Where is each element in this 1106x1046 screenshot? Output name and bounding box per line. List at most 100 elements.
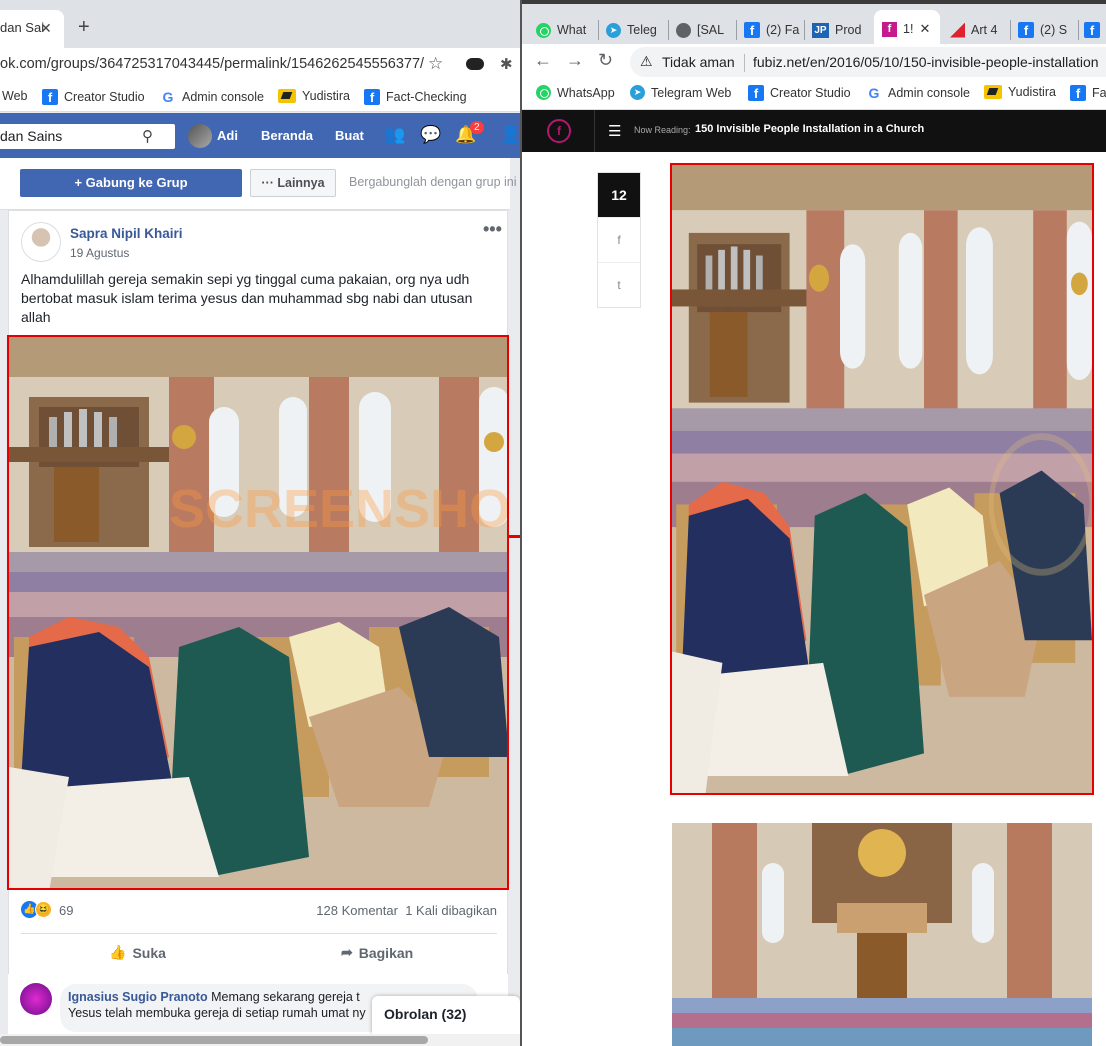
right-address-bar: ← → ↻ ⚠ Tidak aman fubiz.net/en/2016/05/… <box>522 44 1106 78</box>
yudistira-icon <box>278 89 296 103</box>
right-browser-window: What ➤ Teleg [SAL f (2) Fa JP Prod f 1! ✕ Art… <box>520 0 1106 1046</box>
post-stats: 👍 😆 69 128 Komentar 1 Kali dibagikan <box>21 901 497 925</box>
post-options-icon[interactable]: ••• <box>483 219 502 240</box>
tab-whatsapp[interactable]: What <box>536 16 596 44</box>
comment-share-counts[interactable]: 128 Komentar 1 Kali dibagikan <box>316 903 497 918</box>
telegram-icon: ➤ <box>606 22 621 38</box>
google-icon: G <box>868 85 880 101</box>
hamburger-menu-icon[interactable]: ☰ <box>608 122 621 140</box>
thumbs-up-icon: 👍 <box>109 944 127 960</box>
right-url-text[interactable]: fubiz.net/en/2016/05/10/150-invisible-pe… <box>753 54 1099 70</box>
reaction-count[interactable]: 69 <box>59 903 73 918</box>
screenshot-watermark: SCREENSHOT <box>169 479 509 539</box>
bookmark-yudistira[interactable]: Yudistira <box>984 85 1056 99</box>
left-browser-window: dan Sai ✕ + ok.com/groups/36472531704344… <box>0 0 520 1046</box>
tab-facebook-3[interactable]: f <box>1084 16 1106 44</box>
post-image[interactable]: SCREENSHOT <box>7 335 509 890</box>
back-icon[interactable]: ← <box>534 50 552 71</box>
bookmark-star-icon[interactable]: ☆ <box>428 54 443 74</box>
tab-fubiz-active[interactable]: f 1! ✕ <box>874 10 940 48</box>
church-interior-photo <box>672 823 1092 1046</box>
more-button[interactable]: ··· Lainnya <box>250 169 336 197</box>
bookmark-telegram[interactable]: ➤ Telegram Web <box>630 85 731 100</box>
left-tab-bar: dan Sai ✕ + <box>0 0 520 48</box>
article-image-main[interactable] <box>670 163 1094 795</box>
right-tab-bar: What ➤ Teleg [SAL f (2) Fa JP Prod f 1! ✕ Art… <box>522 0 1106 48</box>
bookmark-admin-console[interactable]: G Admin console <box>160 89 264 105</box>
art-icon <box>950 22 965 38</box>
bookmark-yudistira[interactable]: Yudistira <box>278 89 350 103</box>
tab-prod[interactable]: JP Prod <box>812 16 868 44</box>
bookmark-creator-studio[interactable]: f Creator Studio <box>748 85 851 101</box>
left-address-bar[interactable]: ok.com/groups/364725317043445/permalink/… <box>0 48 520 82</box>
messenger-icon[interactable]: 💬 <box>420 125 442 145</box>
group-join-bar: + Gabung ke Grup ··· Lainnya Bergabungla… <box>0 158 520 210</box>
divider <box>21 933 497 934</box>
like-button[interactable]: 👍 Suka <box>109 944 166 961</box>
left-active-tab[interactable]: dan Sai ✕ <box>0 10 64 48</box>
search-icon[interactable]: ⚲ <box>142 127 153 145</box>
article-image-second[interactable] <box>672 823 1092 1046</box>
post-text: Alhamdulillah gereja semakin sepi yg tin… <box>21 271 473 325</box>
nav-profile-name[interactable]: Adi <box>217 128 238 143</box>
share-arrow-icon: ➦ <box>341 944 353 960</box>
facebook-share-icon[interactable]: f <box>598 217 640 261</box>
bookmark-fact[interactable]: fFac <box>1070 85 1106 101</box>
author-avatar[interactable] <box>21 222 61 262</box>
friends-icon[interactable]: 👥 <box>384 125 406 145</box>
facebook-search-input[interactable]: dan Sains ⚲ <box>0 124 175 149</box>
chat-bar[interactable]: Obrolan (32) <box>372 996 520 1034</box>
url-omnibox[interactable]: ⚠ Tidak aman fubiz.net/en/2016/05/10/150… <box>630 47 1106 77</box>
extensions-puzzle-icon[interactable]: ✱ <box>500 55 513 73</box>
bookmark-whatsapp[interactable]: WhatsApp <box>536 85 615 100</box>
join-group-button[interactable]: + Gabung ke Grup <box>20 169 242 197</box>
left-tab-title: dan Sai <box>0 20 44 35</box>
tab-telegram[interactable]: ➤ Teleg <box>606 16 662 44</box>
comment-text-line1: Memang sekarang gereja t <box>211 990 360 1004</box>
tab-facebook-1[interactable]: f (2) Fa <box>744 16 800 44</box>
new-tab-icon[interactable]: + <box>78 16 90 39</box>
google-icon: G <box>162 89 174 105</box>
tab-art[interactable]: Art 4 <box>950 16 1006 44</box>
nav-home-link[interactable]: Beranda <box>261 128 313 143</box>
right-bookmarks-bar: WhatsApp ➤ Telegram Web f Creator Studio G… <box>522 78 1106 110</box>
commenter-avatar[interactable] <box>20 983 52 1015</box>
church-clothes-photo: SCREENSHOT <box>9 337 509 888</box>
bookmark-web[interactable]: Web <box>2 89 27 103</box>
insecure-label[interactable]: Tidak aman <box>662 54 735 70</box>
facebook-top-nav: dan Sains ⚲ Adi Beranda Buat 👥 💬 🔔 2 👤 <box>0 113 520 158</box>
extension-mask-icon[interactable] <box>466 58 484 70</box>
tab-salah[interactable]: [SAL <box>676 16 732 44</box>
bookmark-admin-console[interactable]: G Admin console <box>866 85 970 101</box>
close-icon[interactable]: ✕ <box>919 21 930 37</box>
comment-text-line2: Yesus telah membuka gereja di setiap rum… <box>68 1006 366 1020</box>
facebook-icon: f <box>744 22 760 38</box>
haha-reaction-icon[interactable]: 😆 <box>35 901 52 918</box>
bookmark-fact-checking[interactable]: f Fact-Checking <box>364 89 467 105</box>
horizontal-scrollbar[interactable] <box>0 1034 520 1046</box>
now-reading-title[interactable]: 150 Invisible People Installation in a C… <box>695 123 924 135</box>
left-bookmarks-bar: Web f Creator Studio G Admin console Yudis… <box>0 82 520 112</box>
forward-icon[interactable]: → <box>566 50 584 71</box>
globe-icon <box>676 22 691 38</box>
commenter-name[interactable]: Ignasius Sugio Pranoto <box>68 990 208 1004</box>
post-author[interactable]: Sapra Nipil Khairi <box>70 226 183 241</box>
share-sidebar: 12 f t <box>597 172 641 308</box>
reload-icon[interactable]: ↻ <box>598 50 613 71</box>
twitter-share-icon[interactable]: t <box>598 262 640 306</box>
facebook-icon: f <box>748 85 764 101</box>
tab-facebook-2[interactable]: f (2) S <box>1018 16 1074 44</box>
bookmark-creator-studio[interactable]: f Creator Studio <box>42 89 145 105</box>
nav-create-link[interactable]: Buat <box>335 128 364 143</box>
people-icon[interactable]: 👤 <box>500 125 520 145</box>
whatsapp-icon <box>536 22 551 38</box>
share-button[interactable]: ➦ Bagikan <box>341 944 413 961</box>
avatar[interactable] <box>188 124 212 148</box>
scrollbar-thumb[interactable] <box>0 1036 428 1044</box>
post-date[interactable]: 19 Agustus <box>70 246 129 260</box>
left-url-text[interactable]: ok.com/groups/364725317043445/permalink/… <box>0 56 424 72</box>
warning-icon[interactable]: ⚠ <box>640 53 653 70</box>
fubiz-icon: f <box>882 21 897 37</box>
facebook-icon: f <box>1018 22 1034 38</box>
fubiz-logo[interactable]: f <box>547 119 571 143</box>
